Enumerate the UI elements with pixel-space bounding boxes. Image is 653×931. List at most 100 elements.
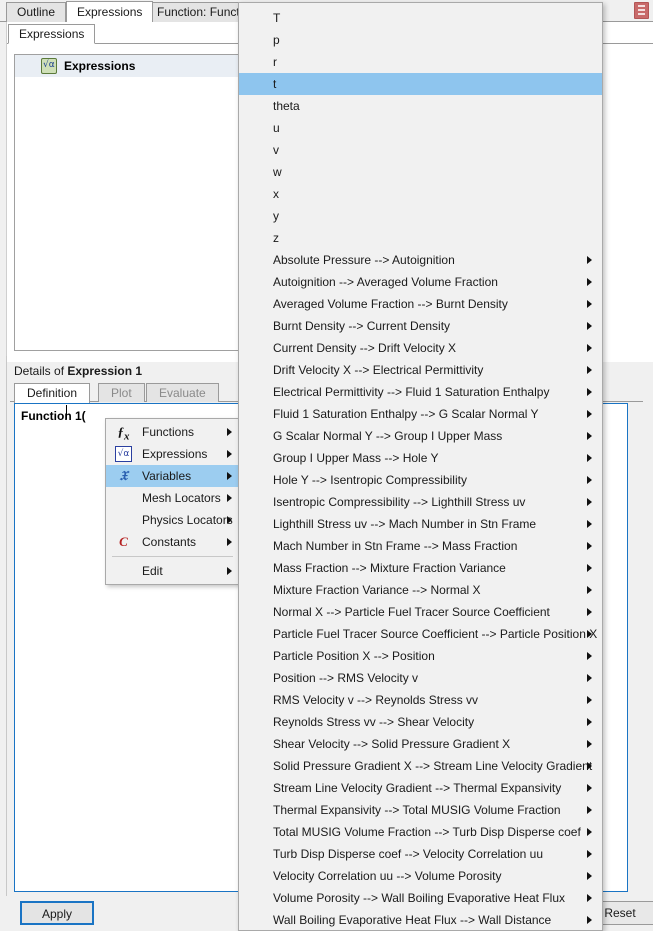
context-menu-item-variables[interactable]: 𝔛 Variables <box>106 465 239 487</box>
submenu-arrow-icon <box>587 674 592 682</box>
variables-menu-label: Particle Fuel Tracer Source Coefficient … <box>273 627 598 641</box>
variables-menu-item[interactable]: Hole Y --> Isentropic Compressibility <box>239 469 602 491</box>
expression-editor-value: Function 1( <box>21 409 86 423</box>
submenu-arrow-icon <box>587 630 592 638</box>
variables-menu-label: Total MUSIG Volume Fraction --> Turb Dis… <box>273 825 581 839</box>
variables-menu-label: v <box>273 143 279 157</box>
text-caret <box>66 405 67 419</box>
variables-menu-item[interactable]: Reynolds Stress vv --> Shear Velocity <box>239 711 602 733</box>
variables-menu-item[interactable]: z <box>239 227 602 249</box>
variables-menu-item[interactable]: RMS Velocity v --> Reynolds Stress vv <box>239 689 602 711</box>
context-menu-label: Functions <box>142 425 195 439</box>
variables-menu-item[interactable]: Averaged Volume Fraction --> Burnt Densi… <box>239 293 602 315</box>
submenu-arrow-icon <box>587 740 592 748</box>
submenu-arrow-icon <box>587 300 592 308</box>
submenu-arrow-icon <box>227 494 232 502</box>
submenu-arrow-icon <box>587 366 592 374</box>
submenu-arrow-icon <box>587 278 592 286</box>
stop-icon[interactable] <box>634 2 649 19</box>
variables-menu-item[interactable]: Normal X --> Particle Fuel Tracer Source… <box>239 601 602 623</box>
tab-plot[interactable]: Plot <box>98 383 145 402</box>
details-panel-border <box>6 356 7 931</box>
variables-menu-item[interactable]: Total MUSIG Volume Fraction --> Turb Dis… <box>239 821 602 843</box>
tab-expressions-inner[interactable]: Expressions <box>8 24 96 44</box>
variables-menu-item[interactable]: Drift Velocity X --> Electrical Permitti… <box>239 359 602 381</box>
submenu-arrow-icon <box>587 718 592 726</box>
variables-menu-item[interactable]: Wall Boiling Evaporative Heat Flux --> W… <box>239 909 602 930</box>
variables-menu-item[interactable]: Thermal Expansivity --> Total MUSIG Volu… <box>239 799 602 821</box>
variables-menu-item[interactable]: Fluid 1 Saturation Enthalpy --> G Scalar… <box>239 403 602 425</box>
submenu-arrow-icon <box>587 696 592 704</box>
variables-menu-item[interactable]: G Scalar Normal Y --> Group I Upper Mass <box>239 425 602 447</box>
submenu-arrow-icon <box>587 388 592 396</box>
variables-menu-label: p <box>273 33 280 47</box>
context-menu-item-mesh-locators[interactable]: Mesh Locators <box>106 487 239 509</box>
variables-menu-label: G Scalar Normal Y --> Group I Upper Mass <box>273 429 503 443</box>
variables-menu-item[interactable]: Velocity Correlation uu --> Volume Poros… <box>239 865 602 887</box>
context-menu-item-functions[interactable]: ƒx Functions <box>106 421 239 443</box>
details-title: Details of Expression 1 <box>14 364 142 378</box>
variables-menu-item[interactable]: Solid Pressure Gradient X --> Stream Lin… <box>239 755 602 777</box>
variables-menu-label: Volume Porosity --> Wall Boiling Evapora… <box>273 891 566 905</box>
tab-function[interactable]: Function: Function <box>146 2 246 22</box>
tab-evaluate[interactable]: Evaluate <box>146 383 219 402</box>
variables-menu-item[interactable]: theta <box>239 95 602 117</box>
variables-menu-item[interactable]: Group I Upper Mass --> Hole Y <box>239 447 602 469</box>
variables-menu-item[interactable]: Electrical Permittivity --> Fluid 1 Satu… <box>239 381 602 403</box>
variables-menu-label: Velocity Correlation uu --> Volume Poros… <box>273 869 502 883</box>
context-menu-label: Mesh Locators <box>142 491 221 505</box>
context-menu-item-constants[interactable]: C Constants <box>106 531 239 553</box>
variables-menu-label: Hole Y --> Isentropic Compressibility <box>273 473 467 487</box>
variables-menu-item[interactable]: Shear Velocity --> Solid Pressure Gradie… <box>239 733 602 755</box>
variables-menu-item[interactable]: T <box>239 7 602 29</box>
tab-definition[interactable]: Definition <box>14 383 91 403</box>
variables-menu-item[interactable]: Stream Line Velocity Gradient --> Therma… <box>239 777 602 799</box>
variables-menu-item[interactable]: Mach Number in Stn Frame --> Mass Fracti… <box>239 535 602 557</box>
variables-menu-item[interactable]: Particle Fuel Tracer Source Coefficient … <box>239 623 602 645</box>
submenu-arrow-icon <box>227 472 232 480</box>
variables-menu-item[interactable]: Mixture Fraction Variance --> Normal X <box>239 579 602 601</box>
function-fx-icon: ƒx <box>117 424 130 443</box>
variables-menu-item[interactable]: Current Density --> Drift Velocity X <box>239 337 602 359</box>
variables-menu-item[interactable]: r <box>239 51 602 73</box>
submenu-arrow-icon <box>587 520 592 528</box>
variables-menu-item[interactable]: u <box>239 117 602 139</box>
variables-menu-label: Mixture Fraction Variance --> Normal X <box>273 583 481 597</box>
tab-expressions[interactable]: Expressions <box>66 1 154 22</box>
variables-menu-label: Stream Line Velocity Gradient --> Therma… <box>273 781 562 795</box>
context-menu-item-expressions[interactable]: √α Expressions <box>106 443 239 465</box>
context-menu-item-edit[interactable]: Edit <box>106 560 239 582</box>
variables-menu-item[interactable]: p <box>239 29 602 51</box>
variables-menu-item[interactable]: t <box>239 73 602 95</box>
apply-button[interactable]: Apply <box>20 901 94 925</box>
variables-menu-item[interactable]: y <box>239 205 602 227</box>
variables-menu-item[interactable]: x <box>239 183 602 205</box>
tab-outline[interactable]: Outline <box>6 2 67 22</box>
variables-menu-item[interactable]: Volume Porosity --> Wall Boiling Evapora… <box>239 887 602 909</box>
context-menu-label: Expressions <box>142 447 208 461</box>
variables-menu-item[interactable]: Lighthill Stress uv --> Mach Number in S… <box>239 513 602 535</box>
context-menu-item-physics-locators[interactable]: Physics Locators <box>106 509 239 531</box>
variables-menu-item[interactable]: w <box>239 161 602 183</box>
variables-menu-item[interactable]: Isentropic Compressibility --> Lighthill… <box>239 491 602 513</box>
variables-menu-item[interactable]: Absolute Pressure --> Autoignition <box>239 249 602 271</box>
variables-menu-label: Absolute Pressure --> Autoignition <box>273 253 455 267</box>
variables-menu-item[interactable]: Turb Disp Disperse coef --> Velocity Cor… <box>239 843 602 865</box>
variables-menu-item[interactable]: v <box>239 139 602 161</box>
variables-menu-item[interactable]: Mass Fraction --> Mixture Fraction Varia… <box>239 557 602 579</box>
submenu-arrow-icon <box>587 542 592 550</box>
variables-menu-label: Position --> RMS Velocity v <box>273 671 419 685</box>
variables-menu-label: z <box>273 231 279 245</box>
variables-menu-label: Isentropic Compressibility --> Lighthill… <box>273 495 526 509</box>
variables-menu-item[interactable]: Position --> RMS Velocity v <box>239 667 602 689</box>
submenu-arrow-icon <box>587 652 592 660</box>
variables-menu-item[interactable]: Autoignition --> Averaged Volume Fractio… <box>239 271 602 293</box>
submenu-arrow-icon <box>227 450 232 458</box>
tree-item-label: Expressions <box>64 59 136 73</box>
variables-menu-item[interactable]: Burnt Density --> Current Density <box>239 315 602 337</box>
variables-menu-item[interactable]: Particle Position X --> Position <box>239 645 602 667</box>
submenu-arrow-icon <box>227 516 232 524</box>
variables-menu-label: Electrical Permittivity --> Fluid 1 Satu… <box>273 385 550 399</box>
variables-menu-label: Lighthill Stress uv --> Mach Number in S… <box>273 517 537 531</box>
submenu-arrow-icon <box>587 586 592 594</box>
